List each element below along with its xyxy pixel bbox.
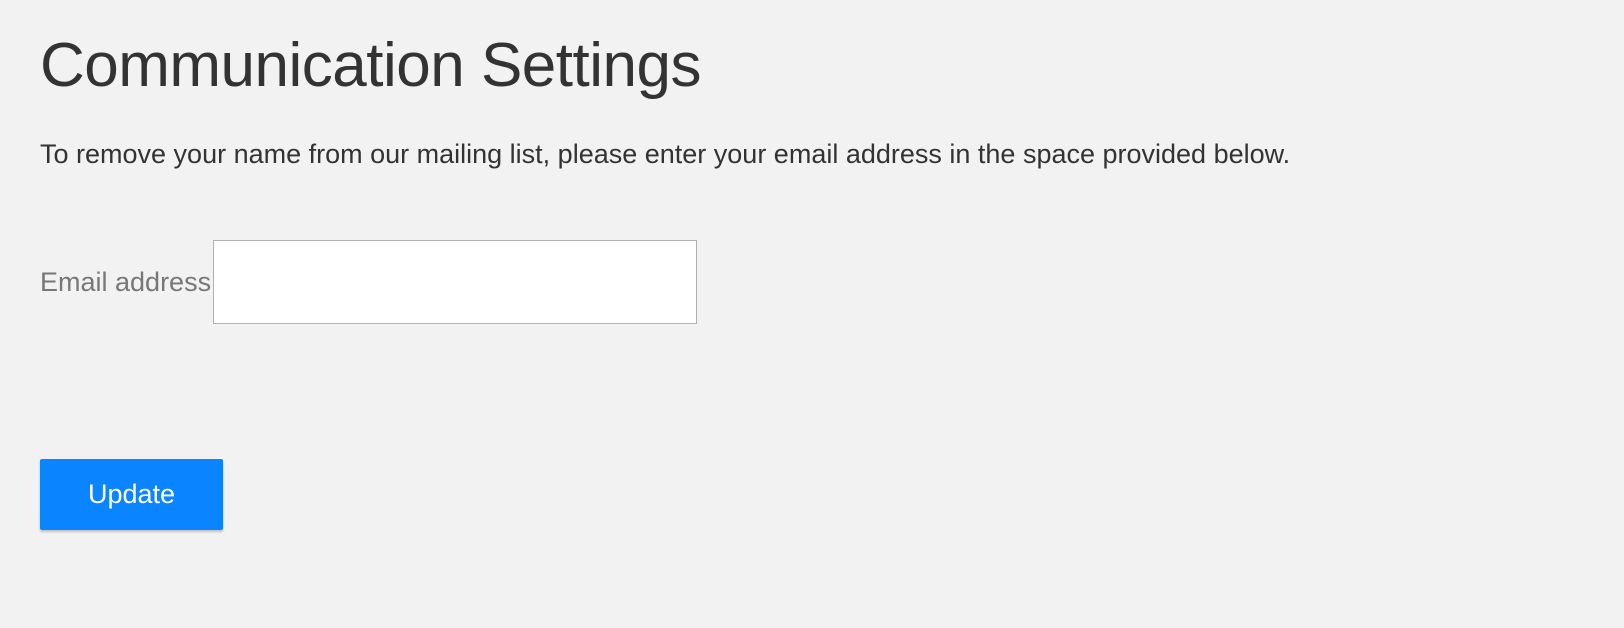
page-title: Communication Settings [40, 30, 1584, 101]
description-text: To remove your name from our mailing lis… [40, 139, 1584, 170]
email-label: Email address [40, 267, 211, 298]
email-form-row: Email address [40, 240, 1584, 324]
update-button[interactable]: Update [40, 459, 223, 530]
email-field[interactable] [213, 240, 697, 324]
